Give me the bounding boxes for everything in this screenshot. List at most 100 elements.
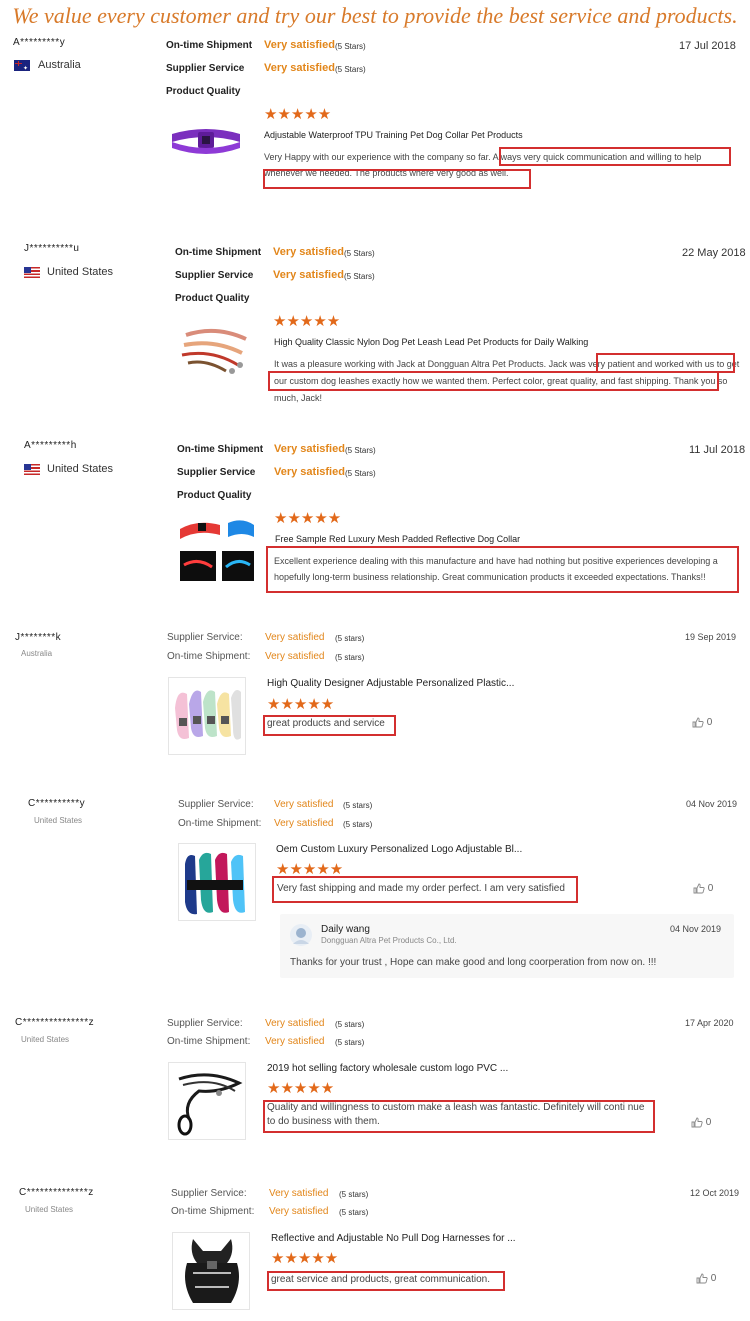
highlight-box — [263, 1100, 655, 1133]
product-thumbnail[interactable] — [176, 325, 252, 377]
product-title[interactable]: Free Sample Red Luxury Mesh Padded Refle… — [275, 534, 520, 544]
service-stars-label: (5 stars) — [335, 1020, 365, 1029]
like-button[interactable]: 0 — [696, 1273, 716, 1284]
service-rating: Very satisfied — [265, 1018, 325, 1029]
service-stars-label: (5 Stars) — [344, 272, 375, 281]
like-count: 0 — [706, 717, 713, 729]
reviewer-country: United States — [47, 463, 114, 475]
reviewer-country: United States — [34, 816, 83, 825]
service-label: Supplier Service: — [167, 632, 243, 643]
review-date: 22 May 2018 — [682, 247, 746, 259]
star-rating: ★★★★★ — [271, 1250, 339, 1267]
star-rating: ★★★★★ — [267, 1080, 335, 1097]
product-thumbnail[interactable] — [172, 1232, 250, 1310]
highlight-box — [263, 715, 396, 736]
product-thumbnail[interactable] — [168, 1062, 246, 1140]
service-stars-label: (5 Stars) — [345, 469, 376, 478]
star-rating: ★★★★★ — [264, 106, 332, 123]
like-count: 0 — [705, 1117, 712, 1129]
product-title[interactable]: Oem Custom Luxury Personalized Logo Adju… — [276, 844, 522, 855]
shipment-label: On-time Shipment: — [178, 818, 262, 829]
review-date: 17 Apr 2020 — [685, 1018, 734, 1028]
star-rating: ★★★★★ — [274, 510, 342, 527]
service-label: Supplier Service: — [167, 1018, 243, 1029]
service-label: Supplier Service — [166, 63, 245, 74]
like-count: 0 — [710, 1273, 717, 1285]
service-label: Supplier Service — [175, 270, 254, 281]
reviewer-name: J********k — [15, 632, 62, 643]
product-thumbnail[interactable] — [178, 515, 254, 585]
shipment-label: On-time Shipment — [175, 247, 262, 258]
reviewer-country: Australia — [21, 649, 53, 658]
reviewer-country: Australia — [38, 59, 81, 71]
thumbs-up-icon — [692, 717, 704, 728]
highlight-box — [267, 1271, 505, 1291]
like-button[interactable]: 0 — [691, 1117, 711, 1128]
usa-flag-icon — [24, 267, 40, 278]
shipment-stars-label: (5 stars) — [339, 1208, 369, 1217]
product-title[interactable]: 2019 hot selling factory wholesale custo… — [267, 1063, 508, 1074]
product-title[interactable]: Adjustable Waterproof TPU Training Pet D… — [264, 130, 523, 140]
like-button[interactable]: 0 — [693, 883, 713, 894]
shipment-label: On-time Shipment: — [167, 651, 251, 662]
service-stars-label: (5 Stars) — [335, 65, 366, 74]
service-label: Supplier Service: — [171, 1188, 247, 1199]
shipment-label: On-time Shipment — [166, 40, 253, 51]
service-label: Supplier Service: — [178, 799, 254, 810]
review-date: 12 Oct 2019 — [690, 1188, 740, 1198]
usa-flag-icon — [24, 464, 40, 475]
australia-flag-icon — [14, 60, 30, 72]
product-thumbnail[interactable] — [178, 843, 256, 921]
shipment-rating: Very satisfied — [265, 1036, 325, 1047]
service-rating: Very satisfied — [274, 799, 334, 810]
reviewer-country: United States — [25, 1205, 74, 1214]
shipment-rating: Very satisfied — [264, 39, 335, 51]
quality-label: Product Quality — [175, 293, 250, 304]
reviewer-country: United States — [21, 1035, 70, 1044]
reply-author: Daily wang — [321, 924, 370, 935]
review-date: 17 Jul 2018 — [679, 40, 736, 52]
quality-label: Product Quality — [177, 490, 252, 501]
highlight-box — [596, 353, 735, 373]
service-stars-label: (5 stars) — [343, 801, 373, 810]
highlight-box — [499, 147, 731, 166]
highlight-box — [272, 876, 578, 903]
shipment-rating: Very satisfied — [269, 1206, 329, 1217]
star-rating: ★★★★★ — [273, 313, 341, 330]
shipment-label: On-time Shipment: — [167, 1036, 251, 1047]
shipment-rating: Very satisfied — [274, 443, 345, 455]
product-title[interactable]: Reflective and Adjustable No Pull Dog Ha… — [271, 1233, 516, 1244]
reviewer-name: C***************z — [15, 1017, 95, 1028]
shipment-stars-label: (5 stars) — [343, 820, 373, 829]
quality-label: Product Quality — [166, 86, 241, 97]
thumbs-up-icon — [693, 883, 705, 894]
avatar — [290, 924, 312, 946]
service-label: Supplier Service — [177, 467, 256, 478]
service-rating: Very satisfied — [265, 632, 325, 643]
star-rating: ★★★★★ — [276, 861, 344, 878]
highlight-box — [263, 169, 531, 189]
reply-company: Dongguan Altra Pet Products Co., Ltd. — [321, 936, 457, 945]
thumbs-up-icon — [696, 1273, 708, 1284]
product-title[interactable]: High Quality Classic Nylon Dog Pet Leash… — [274, 337, 588, 347]
like-count: 0 — [707, 883, 714, 895]
review-date: 11 Jul 2018 — [689, 444, 746, 456]
like-button[interactable]: 0 — [692, 717, 712, 728]
reviewer-name: A*********y — [13, 37, 66, 48]
product-title[interactable]: High Quality Designer Adjustable Persona… — [267, 678, 514, 689]
service-rating: Very satisfied — [269, 1188, 329, 1199]
service-rating: Very satisfied — [273, 269, 344, 281]
shipment-rating: Very satisfied — [273, 246, 344, 258]
shipment-rating: Very satisfied — [274, 818, 334, 829]
thumbs-up-icon — [691, 1117, 703, 1128]
product-thumbnail[interactable] — [168, 120, 244, 172]
review-date: 04 Nov 2019 — [686, 799, 738, 809]
shipment-stars-label: (5 Stars) — [344, 249, 375, 258]
reviewer-name: C**********y — [28, 798, 86, 809]
supplier-reply: Daily wang Dongguan Altra Pet Products C… — [280, 914, 734, 978]
reviewer-country: United States — [47, 266, 114, 278]
reviewer-name: A*********h — [24, 440, 77, 451]
reply-text: Thanks for your trust , Hope can make go… — [290, 957, 657, 968]
service-stars-label: (5 stars) — [335, 634, 365, 643]
product-thumbnail[interactable] — [168, 677, 246, 755]
